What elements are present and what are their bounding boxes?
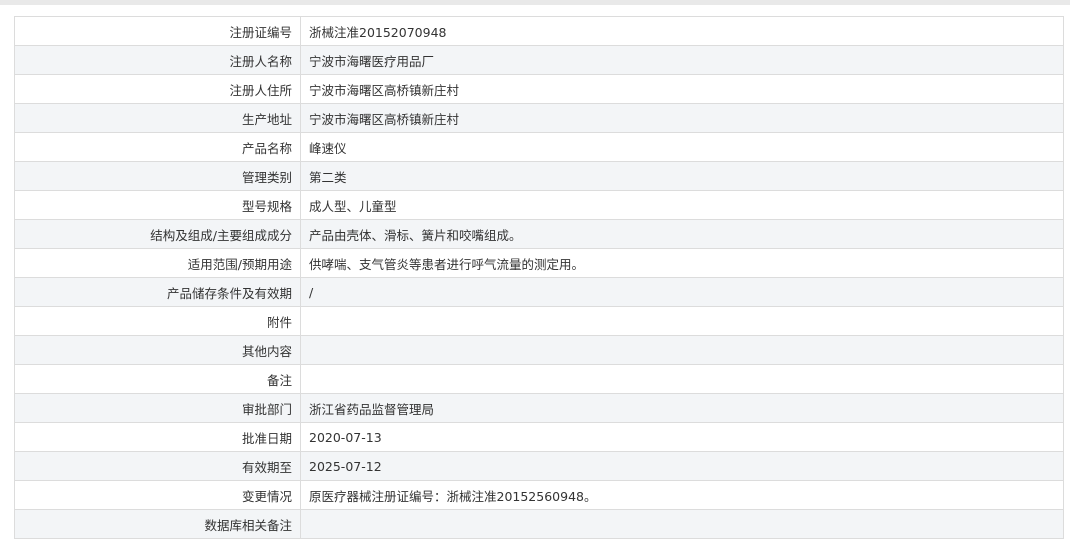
- field-label: 注册证编号: [14, 16, 301, 46]
- field-value: 2025-07-12: [300, 451, 1064, 481]
- field-value: 原医疗器械注册证编号：浙械注准20152560948。: [300, 480, 1064, 510]
- field-label: 附件: [14, 306, 301, 336]
- table-body: 注册证编号 浙械注准20152070948 注册人名称 宁波市海曙医疗用品厂 注册人住所…: [14, 16, 1064, 539]
- field-label: 注册人住所: [14, 74, 301, 104]
- field-value: 浙械注准20152070948: [300, 16, 1064, 46]
- field-label: 其他内容: [14, 335, 301, 365]
- field-value: 峰速仪: [300, 132, 1064, 162]
- field-value: [300, 306, 1064, 336]
- field-value: [300, 509, 1064, 539]
- table-row: 有效期至 2025-07-12: [14, 451, 1064, 481]
- field-value: [300, 335, 1064, 365]
- field-value: 宁波市海曙医疗用品厂: [300, 45, 1064, 75]
- field-label: 批准日期: [14, 422, 301, 452]
- table-row: 适用范围/预期用途 供哮喘、支气管炎等患者进行呼气流量的测定用。: [14, 248, 1064, 278]
- table-row: 其他内容: [14, 335, 1064, 365]
- table-row: 产品名称 峰速仪: [14, 132, 1064, 162]
- field-label: 数据库相关备注: [14, 509, 301, 539]
- table-row: 结构及组成/主要组成成分 产品由壳体、滑标、簧片和咬嘴组成。: [14, 219, 1064, 249]
- table-row: 备注: [14, 364, 1064, 394]
- field-label: 结构及组成/主要组成成分: [14, 219, 301, 249]
- field-label: 生产地址: [14, 103, 301, 133]
- field-value: /: [300, 277, 1064, 307]
- field-label: 变更情况: [14, 480, 301, 510]
- table-row: 型号规格 成人型、儿童型: [14, 190, 1064, 220]
- field-value: 第二类: [300, 161, 1064, 191]
- field-label: 备注: [14, 364, 301, 394]
- table-row: 批准日期 2020-07-13: [14, 422, 1064, 452]
- field-value: 宁波市海曙区高桥镇新庄村: [300, 103, 1064, 133]
- field-label: 有效期至: [14, 451, 301, 481]
- field-label: 产品储存条件及有效期: [14, 277, 301, 307]
- registration-detail-table-container: 注册证编号 浙械注准20152070948 注册人名称 宁波市海曙医疗用品厂 注册人住所…: [14, 16, 1064, 539]
- table-row: 数据库相关备注: [14, 509, 1064, 539]
- table-row: 注册人住所 宁波市海曙区高桥镇新庄村: [14, 74, 1064, 104]
- top-bar: [0, 0, 1070, 5]
- table-row: 产品储存条件及有效期 /: [14, 277, 1064, 307]
- field-value: 2020-07-13: [300, 422, 1064, 452]
- field-value: 浙江省药品监督管理局: [300, 393, 1064, 423]
- field-value: 宁波市海曙区高桥镇新庄村: [300, 74, 1064, 104]
- table-row: 审批部门 浙江省药品监督管理局: [14, 393, 1064, 423]
- table-row: 变更情况 原医疗器械注册证编号：浙械注准20152560948。: [14, 480, 1064, 510]
- field-label: 审批部门: [14, 393, 301, 423]
- registration-detail-table: 注册证编号 浙械注准20152070948 注册人名称 宁波市海曙医疗用品厂 注册人住所…: [14, 16, 1064, 539]
- table-row: 注册人名称 宁波市海曙医疗用品厂: [14, 45, 1064, 75]
- field-value: 成人型、儿童型: [300, 190, 1064, 220]
- field-value: 供哮喘、支气管炎等患者进行呼气流量的测定用。: [300, 248, 1064, 278]
- table-row: 生产地址 宁波市海曙区高桥镇新庄村: [14, 103, 1064, 133]
- table-row: 管理类别 第二类: [14, 161, 1064, 191]
- table-row: 附件: [14, 306, 1064, 336]
- field-label: 管理类别: [14, 161, 301, 191]
- table-row: 注册证编号 浙械注准20152070948: [14, 16, 1064, 46]
- field-value: [300, 364, 1064, 394]
- field-label: 适用范围/预期用途: [14, 248, 301, 278]
- field-value: 产品由壳体、滑标、簧片和咬嘴组成。: [300, 219, 1064, 249]
- field-label: 型号规格: [14, 190, 301, 220]
- field-label: 注册人名称: [14, 45, 301, 75]
- field-label: 产品名称: [14, 132, 301, 162]
